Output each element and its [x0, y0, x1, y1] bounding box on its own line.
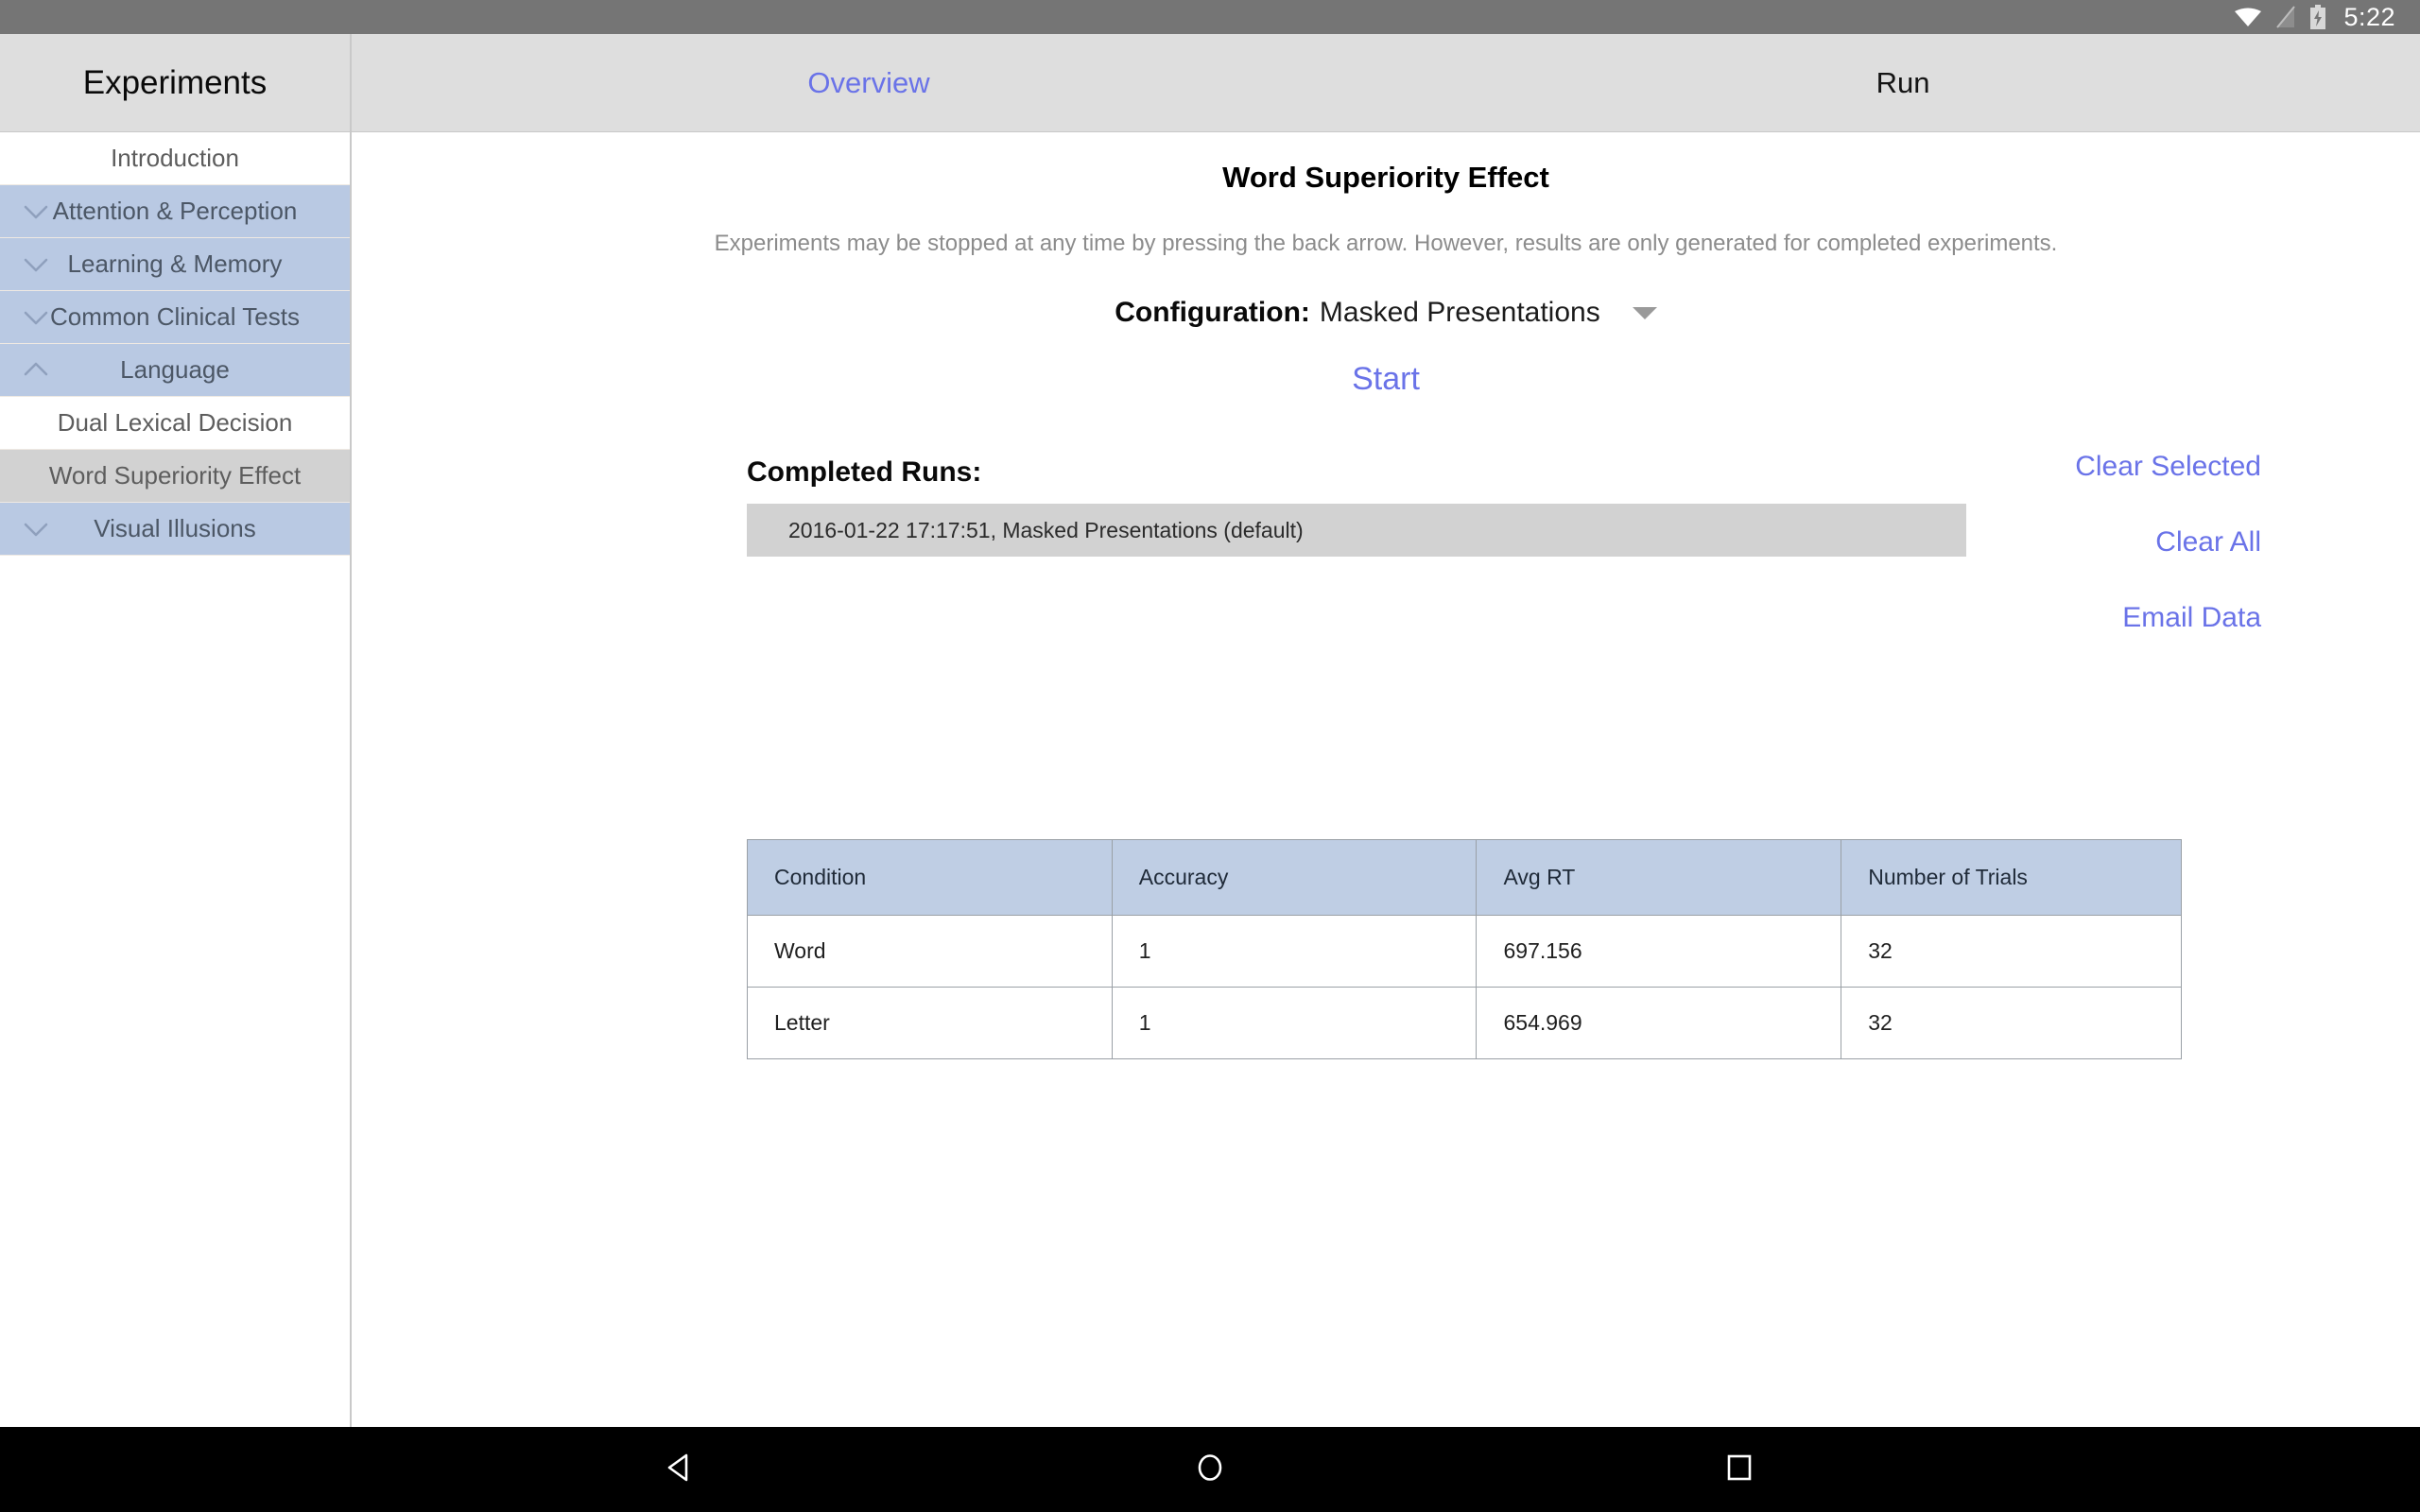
chevron-down-icon[interactable] [21, 249, 51, 280]
table-cell: 1 [1111, 987, 1478, 1059]
sidebar-nav-list: Introduction Attention & Perception Learni… [0, 132, 350, 556]
run-actions: Clear Selected Clear All Email Data [1978, 451, 2261, 634]
configuration-row[interactable]: Configuration: Masked Presentations [352, 297, 2420, 329]
chevron-down-icon[interactable] [1632, 306, 1657, 319]
tab-run[interactable]: Run [1386, 34, 2420, 131]
sidebar-item-language[interactable]: Language [0, 344, 350, 397]
column-header-avg-rt: Avg RT [1476, 839, 1842, 916]
sidebar-item-attention-perception[interactable]: Attention & Perception [0, 185, 350, 238]
recents-icon [1724, 1452, 1754, 1487]
wifi-icon [2234, 6, 2262, 28]
page-title: Word Superiority Effect [1222, 161, 1549, 194]
sidebar-item-label: Dual Lexical Decision [57, 408, 293, 437]
home-icon [1194, 1452, 1226, 1488]
completed-run-label: 2016-01-22 17:17:51, Masked Presentation… [788, 517, 1304, 542]
start-row: Start [352, 361, 2420, 398]
overview-panel: Word Superiority Effect Experiments may … [352, 132, 2420, 1427]
sidebar-item-label: Introduction [111, 144, 239, 172]
clear-selected-button[interactable]: Clear Selected [2075, 451, 2261, 483]
sidebar-item-visual-illusions[interactable]: Visual Illusions [0, 503, 350, 556]
sidebar: Experiments Introduction Attention & Perc… [0, 34, 352, 1427]
app-body: Experiments Introduction Attention & Perc… [0, 34, 2420, 1427]
action-label: Clear Selected [2075, 451, 2261, 482]
configuration-value: Masked Presentations [1319, 297, 1600, 328]
column-header-accuracy: Accuracy [1111, 839, 1478, 916]
sidebar-item-word-superiority-effect[interactable]: Word Superiority Effect [0, 450, 350, 503]
sidebar-item-label: Learning & Memory [67, 249, 283, 278]
clear-all-button[interactable]: Clear All [2155, 526, 2261, 558]
home-button[interactable] [1087, 1452, 1333, 1488]
recents-button[interactable] [1616, 1452, 1862, 1487]
table-header-row: Condition Accuracy Avg RT Number of Tria… [747, 839, 2182, 916]
android-nav-bar [0, 1427, 2420, 1512]
action-label: Email Data [2122, 602, 2261, 633]
completed-run-item[interactable]: 2016-01-22 17:17:51, Masked Presentation… [747, 504, 1966, 557]
sidebar-item-label: Language [120, 355, 230, 384]
sidebar-item-label: Visual Illusions [94, 514, 256, 542]
sidebar-item-common-clinical-tests[interactable]: Common Clinical Tests [0, 291, 350, 344]
start-button[interactable]: Start [1352, 361, 1420, 398]
tab-bar: Overview Run [352, 34, 2420, 132]
column-header-condition: Condition [747, 839, 1113, 916]
tab-overview-label: Overview [807, 65, 930, 99]
chevron-down-icon[interactable] [21, 197, 51, 227]
content-area: Overview Run Word Superiority Effect Exp… [352, 34, 2420, 1427]
sidebar-item-label: Word Superiority Effect [48, 461, 302, 490]
email-data-button[interactable]: Email Data [2122, 602, 2261, 634]
table-cell: 32 [1841, 987, 2182, 1059]
sidebar-header: Experiments [0, 34, 350, 132]
back-icon [665, 1452, 697, 1488]
status-bar-clock: 5:22 [2343, 2, 2395, 31]
battery-charging-icon [2309, 4, 2326, 30]
tab-run-label: Run [1876, 65, 1930, 99]
android-status-bar: 5:22 [0, 0, 2420, 34]
table-cell: 654.969 [1476, 987, 1842, 1059]
results-table: Condition Accuracy Avg RT Number of Tria… [747, 839, 2182, 1059]
signal-off-icon [2275, 5, 2296, 29]
sidebar-item-label: Common Clinical Tests [50, 302, 300, 331]
completed-runs-list: 2016-01-22 17:17:51, Masked Presentation… [747, 504, 1966, 557]
table-cell: Letter [747, 987, 1113, 1059]
configuration-label: Configuration: [1115, 297, 1310, 328]
results-table-body: Word 1 697.156 32 Letter 1 654.969 32 [747, 915, 2182, 1059]
sidebar-item-introduction[interactable]: Introduction [0, 132, 350, 185]
sidebar-item-label: Attention & Perception [52, 197, 298, 225]
chevron-up-icon[interactable] [21, 355, 51, 386]
app-screen: 5:22 Experiments Introduction Attention &… [0, 0, 2420, 1512]
completed-runs-title: Completed Runs: [747, 456, 982, 488]
table-cell: 32 [1841, 915, 2182, 988]
chevron-down-icon[interactable] [21, 514, 51, 544]
table-row: Word 1 697.156 32 [747, 915, 2182, 988]
table-cell: Word [747, 915, 1113, 988]
sidebar-title: Experiments [82, 63, 268, 101]
tab-overview[interactable]: Overview [352, 34, 1386, 131]
back-button[interactable] [558, 1452, 804, 1488]
table-cell: 697.156 [1476, 915, 1842, 988]
page-description: Experiments may be stopped at any time b… [714, 231, 2058, 256]
sidebar-item-learning-memory[interactable]: Learning & Memory [0, 238, 350, 291]
action-label: Clear All [2155, 526, 2261, 558]
chevron-down-icon[interactable] [21, 302, 51, 333]
table-row: Letter 1 654.969 32 [747, 987, 2182, 1059]
table-cell: 1 [1111, 915, 1478, 988]
sidebar-item-dual-lexical-decision[interactable]: Dual Lexical Decision [0, 397, 350, 450]
column-header-number-of-trials: Number of Trials [1841, 839, 2182, 916]
